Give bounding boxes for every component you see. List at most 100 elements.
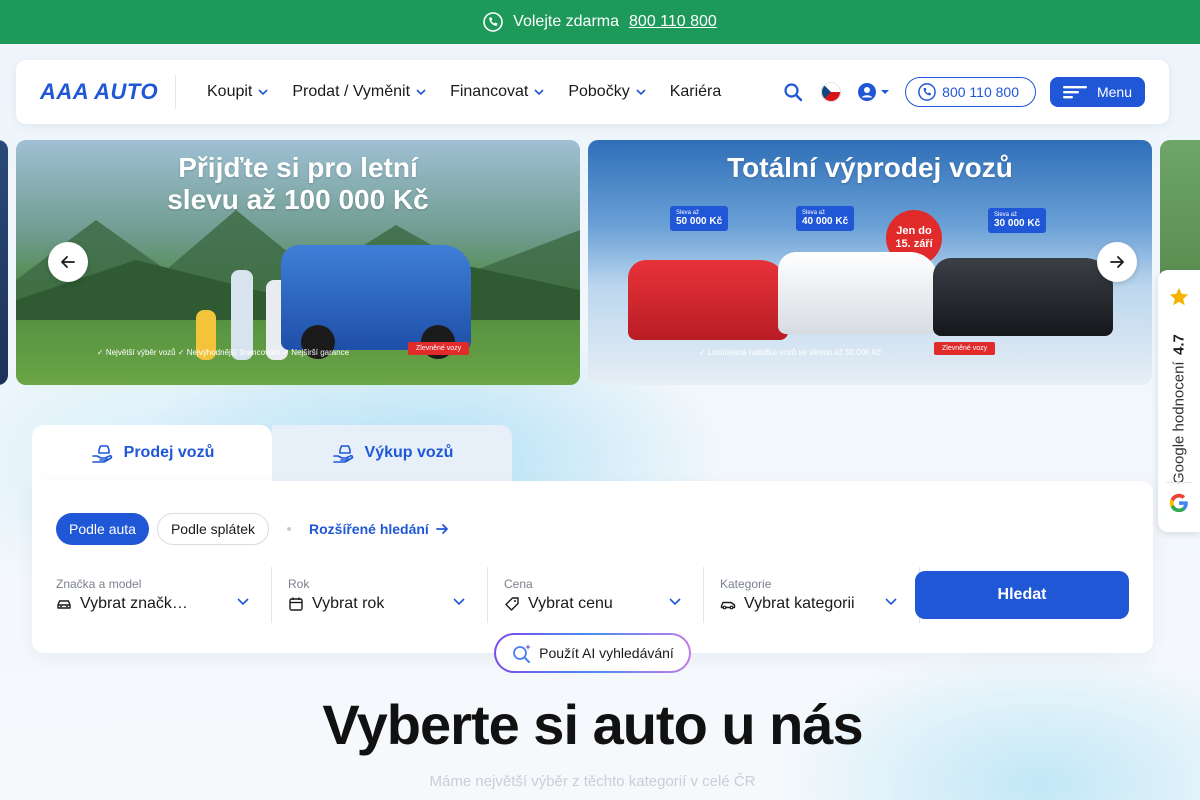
nav-item-prodat[interactable]: Prodat / Vyměnit bbox=[292, 83, 428, 101]
google-rating-text: Google hodnocení 4.7 bbox=[1166, 314, 1192, 484]
header-actions: 800 110 800 Menu bbox=[781, 77, 1169, 107]
chevron-down-icon bbox=[885, 598, 897, 606]
topbar-text: Volejte zdarma bbox=[513, 13, 620, 30]
nav-label: Pobočky bbox=[568, 83, 630, 100]
promo-carousel: Přijďte si pro letní slevu až 100 000 Kč… bbox=[0, 140, 1200, 385]
divider bbox=[1166, 482, 1192, 483]
google-rating-score: 4.7 bbox=[1170, 334, 1188, 356]
star-icon bbox=[1169, 287, 1189, 306]
hamburger-icon bbox=[1062, 86, 1087, 99]
chevron-down-icon bbox=[237, 598, 249, 606]
slide-benefits: ✓ Limitovaná nabídka vozů se slevou až 5… bbox=[698, 348, 882, 357]
advanced-search-link[interactable]: Rozšířené hledání bbox=[309, 521, 449, 537]
nav-label: Financovat bbox=[450, 83, 529, 100]
carousel-prev-button[interactable] bbox=[48, 242, 88, 282]
search-icon bbox=[784, 83, 803, 102]
search-button[interactable] bbox=[781, 80, 805, 104]
section-subtitle: Máme největší výběr z těchto kategorií v… bbox=[429, 773, 756, 790]
field-label: Cena bbox=[504, 577, 533, 591]
tab-vykup-vozu[interactable]: Výkup vozů bbox=[272, 425, 512, 481]
section-title: Vyberte si auto u nás bbox=[322, 693, 863, 756]
nav-label: Koupit bbox=[207, 83, 253, 100]
menu-button[interactable]: Menu bbox=[1050, 77, 1145, 107]
user-icon bbox=[858, 83, 877, 101]
chevron-down-icon bbox=[258, 89, 268, 96]
logo-divider bbox=[175, 75, 176, 109]
carousel-slide-prev-peek[interactable] bbox=[0, 140, 8, 385]
filter-podle-splatek[interactable]: Podle splátek bbox=[156, 513, 270, 545]
black-car-image bbox=[933, 258, 1113, 336]
czech-flag-icon bbox=[821, 82, 842, 102]
nav-item-kariera[interactable]: Kariéra bbox=[670, 83, 722, 101]
carousel-slide-summer-sale[interactable]: Přijďte si pro letní slevu až 100 000 Kč… bbox=[16, 140, 580, 385]
language-switcher[interactable] bbox=[819, 80, 843, 104]
filter-podle-auta[interactable]: Podle auta bbox=[56, 513, 149, 545]
field-label: Rok bbox=[288, 577, 310, 591]
header-phone-label: 800 110 800 bbox=[942, 84, 1019, 100]
phone-icon bbox=[918, 83, 936, 101]
main-header: AAA AUTO Koupit Prodat / Vyměnit Financo… bbox=[16, 60, 1169, 124]
caret-down-icon bbox=[881, 90, 890, 94]
ai-search-icon bbox=[513, 644, 532, 663]
ai-search-label: Použít AI vyhledávání bbox=[539, 645, 674, 661]
search-fields: Značka a model Vybrat značk… Rok Vybrat … bbox=[56, 567, 920, 623]
discounted-cars-badge[interactable]: Zlevněné vozy bbox=[934, 342, 996, 355]
hand-car-icon bbox=[332, 445, 353, 463]
price-select[interactable]: Cena Vybrat cenu bbox=[488, 567, 704, 623]
year-select[interactable]: Rok Vybrat rok bbox=[272, 567, 488, 623]
brand-model-select[interactable]: Značka a model Vybrat značk… bbox=[56, 567, 272, 623]
field-value: Vybrat kategorii bbox=[720, 595, 870, 613]
phone-icon bbox=[483, 12, 503, 32]
car-body-icon bbox=[720, 601, 736, 610]
tab-label: Výkup vozů bbox=[364, 444, 454, 461]
chevron-down-icon bbox=[534, 89, 544, 96]
search-panel: Podle auta Podle splátek Rozšířené hledá… bbox=[32, 481, 1153, 653]
chevron-down-icon bbox=[636, 89, 646, 96]
aaa-auto-logo[interactable]: AAA AUTO bbox=[16, 75, 175, 109]
ai-search-button[interactable]: Použít AI vyhledávání bbox=[494, 633, 691, 673]
menu-label: Menu bbox=[1096, 84, 1133, 100]
nav-label: Kariéra bbox=[669, 83, 722, 100]
carousel-next-button[interactable] bbox=[1097, 242, 1137, 282]
price-tag: Sleva až 50 000 Kč bbox=[670, 206, 729, 231]
field-value: Vybrat rok bbox=[288, 595, 438, 613]
arrow-right-icon bbox=[1110, 256, 1124, 268]
price-tag: Sleva až 30 000 Kč bbox=[988, 208, 1047, 233]
arrow-left-icon bbox=[61, 256, 75, 268]
nav-item-koupit[interactable]: Koupit bbox=[207, 83, 270, 101]
hand-car-icon bbox=[91, 445, 112, 463]
calendar-icon bbox=[289, 597, 303, 611]
slide-benefits: ✓ Největší výběr vozů ✓ Nejvýhodnější fi… bbox=[96, 348, 350, 357]
arrow-right-icon bbox=[435, 524, 448, 534]
discounted-cars-badge[interactable]: Zlevněné vozy bbox=[408, 342, 470, 355]
google-rating-widget[interactable]: Google hodnocení 4.7 bbox=[1158, 270, 1200, 532]
topbar-phone-link[interactable]: 800 110 800 bbox=[629, 13, 717, 31]
chevron-down-icon bbox=[453, 598, 465, 606]
google-logo-icon bbox=[1169, 493, 1188, 513]
chevron-down-icon bbox=[416, 89, 426, 96]
car-icon bbox=[57, 600, 71, 609]
header-phone-button[interactable]: 800 110 800 bbox=[905, 77, 1036, 107]
advanced-search-label: Rozšířené hledání bbox=[309, 521, 429, 537]
chevron-down-icon bbox=[669, 598, 681, 606]
field-label: Kategorie bbox=[720, 577, 772, 591]
nav-label: Prodat / Vyměnit bbox=[292, 83, 411, 100]
search-mode-filters: Podle auta Podle splátek Rozšířené hledá… bbox=[56, 513, 449, 545]
carousel-slide-clearance-sale[interactable]: Totální výprodej vozů Sleva až 50 000 Kč… bbox=[588, 140, 1152, 385]
user-account-menu[interactable] bbox=[857, 82, 891, 102]
red-car-image bbox=[628, 260, 788, 340]
field-label: Značka a model bbox=[56, 577, 142, 591]
white-car-image bbox=[778, 252, 938, 334]
category-select[interactable]: Kategorie Vybrat kategorii bbox=[704, 567, 920, 623]
dot-separator bbox=[287, 527, 292, 531]
field-value: Vybrat cenu bbox=[504, 595, 654, 613]
slide-title: Totální výprodej vozů bbox=[727, 152, 1013, 183]
tab-prodej-vozu[interactable]: Prodej vozů bbox=[32, 425, 272, 481]
nav-item-financovat[interactable]: Financovat bbox=[450, 83, 546, 101]
search-tabs: Prodej vozů Výkup vozů bbox=[32, 425, 512, 481]
tab-label: Prodej vozů bbox=[123, 444, 215, 461]
google-rating-label: Google hodnocení bbox=[1170, 361, 1188, 484]
submit-search-button[interactable]: Hledat bbox=[915, 571, 1129, 619]
nav-item-pobocky[interactable]: Pobočky bbox=[568, 83, 647, 101]
tag-icon bbox=[505, 597, 519, 611]
